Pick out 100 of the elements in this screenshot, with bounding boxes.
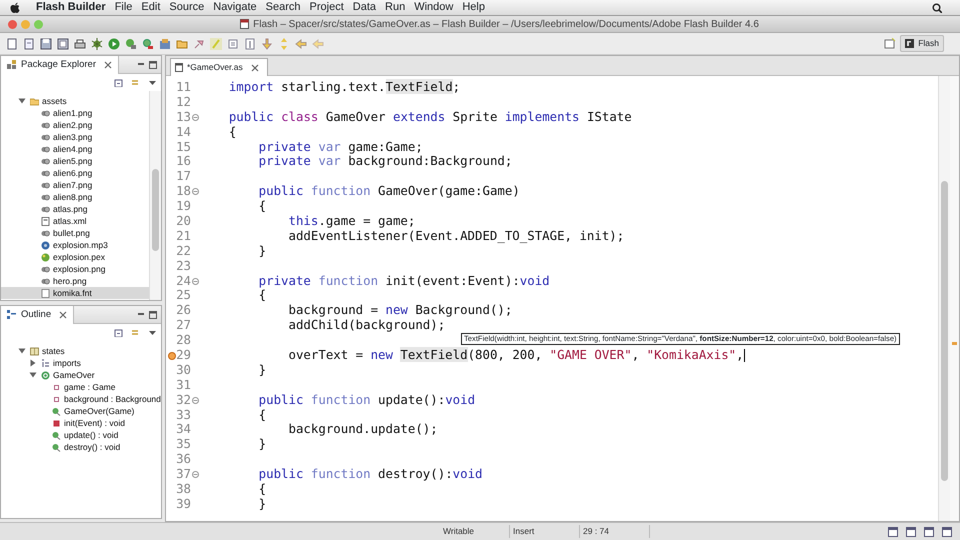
tree-item[interactable]: assets (42, 95, 67, 107)
line-number: 33 (176, 406, 191, 422)
tree-item[interactable]: alien3.png (53, 131, 92, 143)
line-number: 23 (176, 258, 191, 273)
code-line: } (258, 437, 266, 452)
tree-item[interactable]: hero.png (53, 275, 87, 287)
bug-icon[interactable] (91, 38, 103, 50)
menu-item[interactable]: Search (266, 0, 310, 15)
line-number: 16 (176, 153, 191, 168)
view-tab[interactable]: Package Explorer (1, 56, 119, 74)
tree-item[interactable]: background : Background (64, 393, 161, 405)
tree-item[interactable]: alien8.png (53, 191, 92, 203)
tree-item[interactable]: GameOver (53, 369, 95, 381)
text-file-icon (41, 288, 50, 298)
code-line: private var background:Background; (258, 154, 512, 170)
tree-item[interactable]: alien7.png (53, 179, 92, 191)
package-icon[interactable] (159, 38, 171, 50)
menu-item[interactable]: Data (352, 0, 386, 15)
collapse-all-icon[interactable] (114, 78, 123, 87)
menu-item[interactable]: Edit (141, 0, 170, 15)
editor-tab[interactable]: *GameOver.as (170, 58, 268, 76)
app-name-menu[interactable]: Flash Builder (36, 0, 115, 15)
close-icon[interactable] (59, 311, 68, 319)
line-number: 36 (176, 451, 191, 466)
window-icon[interactable] (942, 526, 952, 536)
view-menu-icon[interactable] (148, 328, 157, 337)
menu-item[interactable]: File (114, 0, 142, 15)
collapse-fold-icon[interactable] (192, 114, 199, 121)
tree-item[interactable]: alien1.png (53, 107, 92, 119)
tree-item[interactable]: alien4.png (53, 143, 92, 155)
tree-item[interactable]: explosion.pex (53, 251, 105, 263)
menu-item[interactable]: Navigate (213, 0, 266, 15)
maximize-icon[interactable] (149, 310, 157, 318)
code-line: } (258, 496, 266, 512)
tree-item[interactable]: game : Game (64, 381, 116, 393)
maximize-icon[interactable] (149, 60, 157, 68)
play-icon[interactable] (108, 38, 120, 50)
menu-item[interactable]: Source (169, 0, 214, 15)
window-icon[interactable] (906, 526, 916, 536)
expanded-arrow-icon[interactable] (18, 97, 26, 105)
close-icon[interactable] (250, 64, 259, 72)
particle-file-icon (41, 252, 50, 262)
tree-item[interactable]: init(Event) : void (64, 417, 125, 429)
line-number: 14 (176, 124, 191, 139)
tree-item[interactable]: GameOver(Game) (64, 405, 134, 417)
block-icon[interactable] (227, 38, 239, 50)
class-icon (41, 370, 50, 380)
marker-icon[interactable] (210, 38, 222, 50)
line-number: 27 (176, 317, 191, 332)
code-line: } (258, 244, 266, 259)
status-text: Insert (513, 526, 534, 536)
menu-item[interactable]: Window (414, 0, 462, 15)
view-tab[interactable]: Outline (1, 306, 74, 324)
perspective-button[interactable]: Flash (900, 35, 944, 52)
collapse-fold-icon[interactable] (192, 396, 199, 404)
expanded-arrow-icon[interactable] (29, 371, 37, 379)
tree-item[interactable]: states (42, 345, 65, 357)
expanded-arrow-icon[interactable] (18, 347, 26, 355)
scrollbar-thumb[interactable] (152, 169, 159, 251)
menu-item[interactable]: Run (385, 0, 414, 15)
save-all-icon[interactable] (57, 38, 69, 50)
save-icon[interactable] (40, 38, 52, 50)
flash-builder-logo-icon (905, 39, 914, 48)
tree-item[interactable]: imports (53, 357, 81, 369)
tree-item[interactable]: alien6.png (53, 167, 92, 179)
document-icon (240, 19, 250, 29)
collapsed-arrow-icon[interactable] (29, 359, 37, 367)
open-folder-icon[interactable] (176, 38, 188, 50)
window-icon[interactable] (924, 526, 934, 536)
open-perspective-icon[interactable] (884, 38, 896, 50)
menu-item[interactable]: Help (462, 0, 494, 15)
tree-item[interactable]: destroy() : void (64, 441, 120, 453)
tree-item[interactable]: atlas.xml (53, 215, 87, 227)
close-icon[interactable] (104, 61, 112, 69)
tree-item[interactable]: atlas.png (53, 203, 88, 215)
tree-item[interactable]: alien2.png (53, 119, 92, 131)
collapse-all-icon[interactable] (114, 328, 123, 337)
collapse-fold-icon[interactable] (192, 188, 199, 196)
collapse-fold-icon[interactable] (192, 278, 199, 285)
new-file-icon[interactable] (23, 38, 35, 50)
down-arrow-icon[interactable] (261, 38, 273, 50)
view-menu-icon[interactable] (148, 78, 157, 87)
line-number: 29 (176, 347, 191, 362)
new-file-icon[interactable] (6, 38, 18, 50)
tree-item[interactable]: explosion.mp3 (53, 239, 108, 251)
print-icon[interactable] (74, 38, 86, 50)
line-number: 17 (176, 168, 191, 184)
scrollbar-thumb[interactable] (941, 181, 948, 481)
tree-item[interactable]: alien5.png (53, 155, 92, 167)
menu-item[interactable]: Project (310, 0, 353, 15)
search-icon[interactable] (932, 2, 942, 12)
overview-marker[interactable] (952, 342, 957, 345)
collapse-fold-icon[interactable] (192, 471, 199, 478)
line-number: 24 (176, 272, 191, 288)
tree-item[interactable]: update() : void (64, 429, 118, 441)
window-icon[interactable] (888, 526, 898, 536)
status-text: Writable (443, 526, 474, 536)
tree-item[interactable]: bullet.png (53, 227, 90, 239)
close-window-button[interactable] (8, 20, 17, 28)
tree-item[interactable]: explosion.png (53, 263, 106, 275)
